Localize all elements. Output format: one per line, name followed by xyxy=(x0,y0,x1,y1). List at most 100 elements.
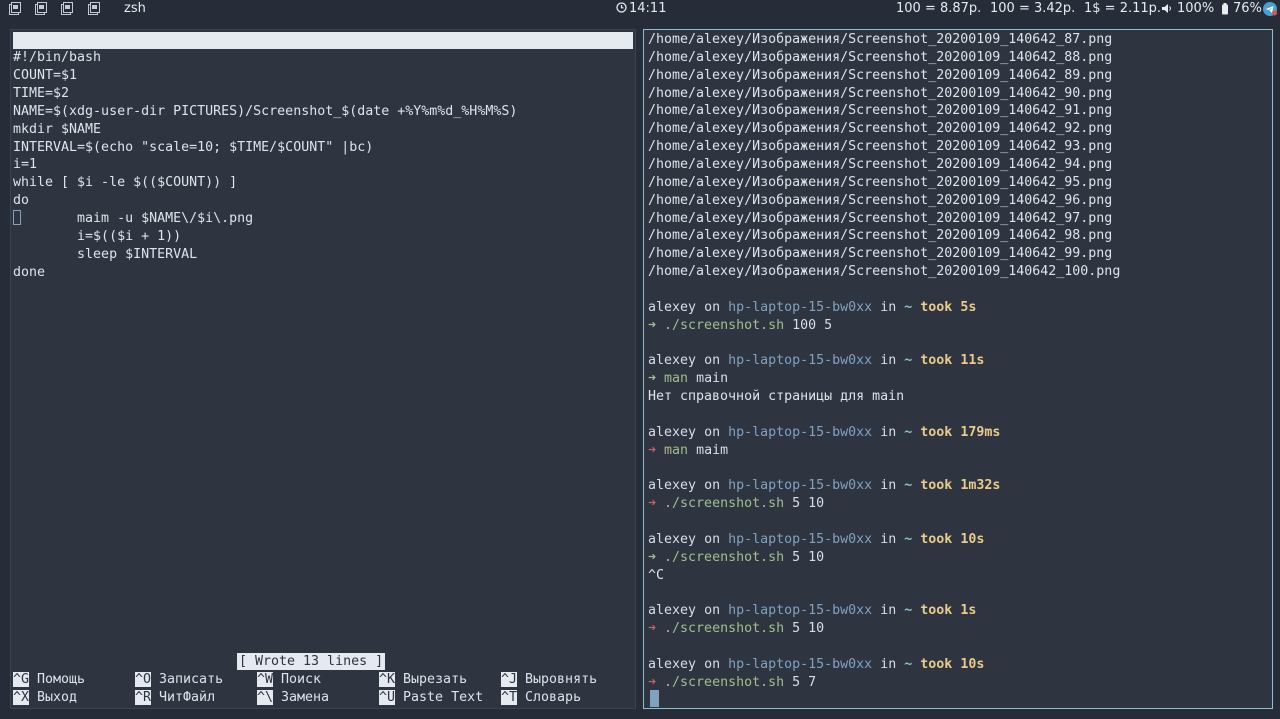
shortcut-key: ^O xyxy=(135,672,152,687)
prompt-arrow-icon: ➜ xyxy=(648,371,657,387)
output-line: /home/alexey/Изображения/Screenshot_2020… xyxy=(648,31,1112,49)
command-args: maim xyxy=(696,442,729,458)
nano-editor-pane[interactable]: GNU nano 4.7 screenshot.sh #!/bin/bash CO… xyxy=(10,29,636,709)
prompt-took: took xyxy=(920,656,953,672)
code-line: while [ $i -le $(($COUNT)) ] xyxy=(13,175,238,191)
command-args: 5 10 xyxy=(792,549,825,565)
prompt-host: hp-laptop-15-bw0xx xyxy=(728,531,873,547)
clock-icon xyxy=(616,2,627,13)
prompt-line: alexey on hp-laptop-15-bw0xx in ~ took 1… xyxy=(648,352,984,370)
code-line: i=1 xyxy=(13,157,38,173)
output-line: /home/alexey/Изображения/Screenshot_2020… xyxy=(648,263,1120,281)
prompt-line: alexey on hp-laptop-15-bw0xx in ~ took 1… xyxy=(648,656,984,674)
output-line: /home/alexey/Изображения/Screenshot_2020… xyxy=(648,49,1112,67)
prompt-host: hp-laptop-15-bw0xx xyxy=(728,478,873,494)
shortcut-key: ^R xyxy=(135,690,152,705)
nano-shortcut[interactable]: ^J Выровнять xyxy=(501,671,597,688)
shortcut-label: Выровнять xyxy=(525,672,598,687)
clock[interactable]: 14:11 xyxy=(616,1,666,16)
nano-cursor xyxy=(13,210,21,225)
prompt-host: hp-laptop-15-bw0xx xyxy=(728,656,873,672)
command-name: ./screenshot.sh xyxy=(664,549,785,565)
output-line: /home/alexey/Изображения/Screenshot_2020… xyxy=(648,120,1112,138)
command-output: Нет справочной страницы для main xyxy=(648,389,905,404)
currency-rate-usd: 1$ = 2.11р. xyxy=(1084,1,1162,16)
nano-shortcut[interactable]: ^R ЧитФайл xyxy=(135,689,215,706)
volume-icon[interactable] xyxy=(1161,3,1173,14)
prompt-arrow-icon: ➜ xyxy=(648,674,657,690)
workspace-3-icon[interactable] xyxy=(61,2,73,15)
prompt-line: alexey on hp-laptop-15-bw0xx in ~ took 1… xyxy=(648,424,1000,442)
workspace-2-icon[interactable] xyxy=(35,2,47,15)
shortcut-label: ЧитФайл xyxy=(159,690,216,705)
telegram-icon[interactable] xyxy=(1263,2,1277,16)
file-path: /home/alexey/Изображения/Screenshot_2020… xyxy=(648,103,1113,119)
file-path: /home/alexey/Изображения/Screenshot_2020… xyxy=(648,264,1121,280)
prompt-on: on xyxy=(704,424,721,440)
nano-shortcut[interactable]: ^G Помощь xyxy=(13,671,85,688)
command-line: ➜ ./screenshot.sh 5 10 xyxy=(648,549,824,567)
shortcut-key: ^W xyxy=(257,672,274,687)
volume-level: 100% xyxy=(1177,1,1215,16)
shortcut-label: Paste Text xyxy=(403,690,484,705)
prompt-user: alexey xyxy=(648,531,697,547)
output-line: /home/alexey/Изображения/Screenshot_2020… xyxy=(648,245,1112,263)
shortcut-key: ^\ xyxy=(257,690,274,705)
prompt-dir: ~ xyxy=(904,531,913,547)
file-path: /home/alexey/Изображения/Screenshot_2020… xyxy=(648,85,1113,101)
terminal-pane[interactable]: /home/alexey/Изображения/Screenshot_2020… xyxy=(643,29,1273,709)
nano-shortcut[interactable]: ^W Поиск xyxy=(257,671,321,688)
code-line: NAME=$(xdg-user-dir PICTURES)/Screenshot… xyxy=(13,103,518,119)
prompt-duration: 179ms xyxy=(960,424,1001,440)
shortcut-label: Выход xyxy=(37,690,78,705)
code-line: sleep $INTERVAL xyxy=(13,246,198,262)
nano-filename: screenshot.sh xyxy=(285,67,390,82)
shortcut-key: ^G xyxy=(13,672,30,687)
code-line: COUNT=$1 xyxy=(13,67,78,83)
prompt-host: hp-laptop-15-bw0xx xyxy=(728,353,873,369)
prompt-in: in xyxy=(880,531,897,547)
prompt-on: on xyxy=(704,603,721,619)
shortcut-key: ^J xyxy=(501,672,518,687)
nano-shortcut[interactable]: ^\ Замена xyxy=(257,689,329,706)
command-args: 5 10 xyxy=(792,496,825,512)
command-args: main xyxy=(696,371,729,387)
prompt-duration: 11s xyxy=(960,353,985,369)
output-line: /home/alexey/Изображения/Screenshot_2020… xyxy=(648,85,1112,103)
nano-shortcut[interactable]: ^K Вырезать xyxy=(379,671,467,688)
nano-shortcut[interactable]: ^U Paste Text xyxy=(379,689,483,706)
command-line: ➜ ./screenshot.sh 100 5 xyxy=(648,317,832,335)
code-line: mkdir $NAME xyxy=(13,121,102,137)
currency-rate-1: 100 = 8.87р. xyxy=(896,1,982,16)
output-line: /home/alexey/Изображения/Screenshot_2020… xyxy=(648,138,1112,156)
command-line: ➜ ./screenshot.sh 5 10 xyxy=(648,620,824,638)
nano-shortcut[interactable]: ^O Записать xyxy=(135,671,223,688)
prompt-in: in xyxy=(880,603,897,619)
code-line: done xyxy=(13,264,46,280)
prompt-duration: 1m32s xyxy=(960,478,1001,494)
prompt-in: in xyxy=(880,656,897,672)
workspace-1-icon[interactable] xyxy=(9,2,21,15)
prompt-in: in xyxy=(880,353,897,369)
prompt-duration: 10s xyxy=(960,656,985,672)
nano-title-bar: GNU nano 4.7 screenshot.sh xyxy=(13,32,633,82)
prompt-host: hp-laptop-15-bw0xx xyxy=(728,603,873,619)
output-line: /home/alexey/Изображения/Screenshot_2020… xyxy=(648,227,1112,245)
prompt-took: took xyxy=(920,603,953,619)
prompt-on: on xyxy=(704,656,721,672)
nano-shortcut[interactable]: ^X Выход xyxy=(13,689,77,706)
active-app-title: zsh xyxy=(124,1,146,16)
battery-icon[interactable] xyxy=(1222,3,1229,15)
workspace-4-icon[interactable] xyxy=(88,2,100,15)
command-args: 5 7 xyxy=(792,674,817,690)
file-path: /home/alexey/Изображения/Screenshot_2020… xyxy=(648,32,1113,47)
file-path: /home/alexey/Изображения/Screenshot_2020… xyxy=(648,49,1113,65)
prompt-took: took xyxy=(920,478,953,494)
shortcut-key: ^X xyxy=(13,690,30,705)
file-path: /home/alexey/Изображения/Screenshot_2020… xyxy=(648,156,1113,172)
prompt-in: in xyxy=(880,424,897,440)
output-line: /home/alexey/Изображения/Screenshot_2020… xyxy=(648,210,1112,228)
prompt-in: in xyxy=(880,299,897,315)
prompt-on: on xyxy=(704,299,721,315)
nano-shortcut[interactable]: ^T Словарь xyxy=(501,689,581,706)
